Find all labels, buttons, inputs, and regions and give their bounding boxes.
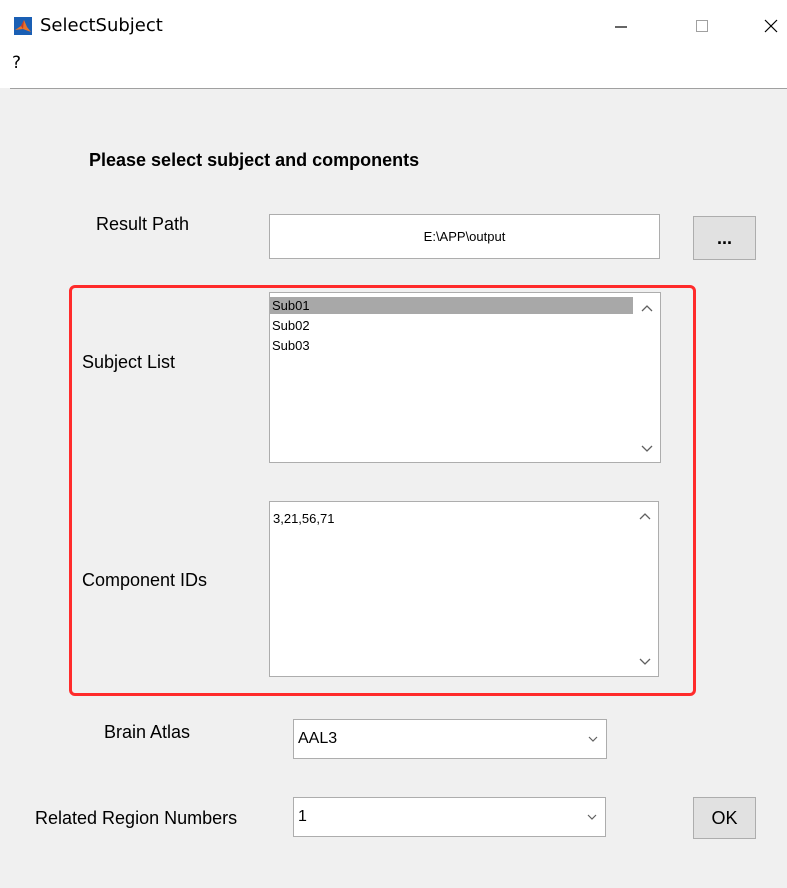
ok-button-label: OK (711, 807, 738, 828)
select-subject-window: SelectSubject ? Please select subject an… (0, 0, 787, 888)
minimize-icon (615, 26, 627, 28)
browse-button[interactable]: ... (693, 216, 756, 260)
component-ids-input[interactable]: 3,21,56,71 (269, 501, 659, 677)
list-item-sub02[interactable]: Sub02 (270, 317, 633, 334)
scroll-down-arrow[interactable] (636, 653, 654, 671)
chevron-down-icon (641, 445, 653, 452)
result-path-field[interactable]: E:\APP\output (269, 214, 660, 259)
matlab-logo-icon (14, 17, 32, 35)
subject-listbox[interactable]: Sub01 Sub02 Sub03 (269, 292, 661, 463)
related-region-label: Related Region Numbers (35, 808, 238, 828)
maximize-button[interactable] (679, 0, 725, 52)
chevron-down-icon (587, 814, 597, 820)
menu-divider (10, 88, 787, 89)
scroll-down-arrow[interactable] (638, 440, 656, 458)
close-button[interactable] (748, 0, 787, 52)
chevron-down-icon (588, 736, 598, 742)
close-icon (764, 19, 778, 33)
component-ids-value: 3,21,56,71 (273, 511, 335, 526)
form-heading: Please select subject and components (89, 150, 420, 170)
minimize-button[interactable] (598, 0, 644, 52)
brain-atlas-select[interactable]: AAL3 (293, 719, 607, 759)
subject-list-label: Subject List (82, 352, 176, 372)
menu-bar: ? (0, 52, 787, 88)
related-region-value: 1 (298, 808, 307, 825)
result-path-value: E:\APP\output (423, 229, 506, 244)
chevron-down-icon (639, 658, 651, 665)
title-bar: SelectSubject (0, 0, 787, 52)
result-path-label: Result Path (96, 214, 190, 234)
related-region-select[interactable]: 1 (293, 797, 606, 837)
brain-atlas-value: AAL3 (298, 730, 338, 747)
browse-button-label: ... (716, 227, 732, 248)
window-title: SelectSubject (40, 15, 163, 36)
scroll-up-arrow[interactable] (638, 299, 656, 317)
maximize-icon (696, 20, 708, 32)
brain-atlas-label: Brain Atlas (104, 722, 191, 742)
chevron-up-icon (641, 305, 653, 312)
ok-button[interactable]: OK (693, 797, 756, 839)
chevron-up-icon (639, 513, 651, 520)
scroll-up-arrow[interactable] (636, 507, 654, 525)
component-ids-label: Component IDs (82, 570, 208, 590)
list-item-sub03[interactable]: Sub03 (270, 337, 633, 354)
menu-help[interactable]: ? (12, 53, 21, 73)
list-item-sub01[interactable]: Sub01 (270, 297, 633, 314)
